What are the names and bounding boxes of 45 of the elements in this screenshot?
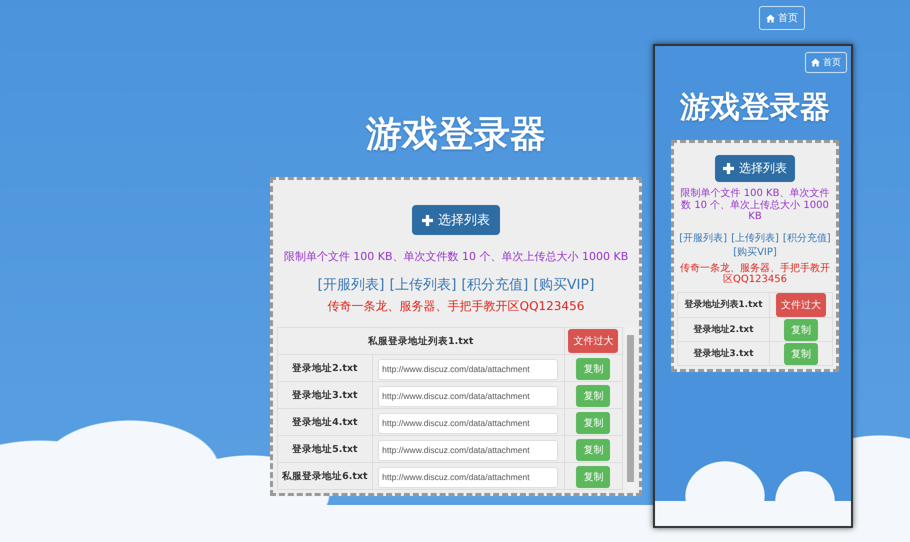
home-icon <box>766 14 775 22</box>
file-name-cell: 登录地址2.txt <box>278 354 372 382</box>
upload-limit-text: 限制单个文件 100 KB、单次文件数 10 个、单次上传总大小 1000 KB <box>680 188 830 222</box>
nav-link[interactable]: [购买VIP] <box>733 244 777 258</box>
url-field[interactable]: http://www.discuz.com/data/attachment <box>378 386 558 407</box>
page-title: 游戏登录器 <box>366 113 546 157</box>
copy-button[interactable]: 复制 <box>576 438 610 461</box>
copy-button[interactable]: 复制 <box>784 342 818 364</box>
select-list-button[interactable]: 选择列表 <box>412 205 500 235</box>
page-title: 游戏登录器 <box>680 89 830 127</box>
file-name-cell: 登录地址5.txt <box>278 436 372 463</box>
file-too-large-button[interactable]: 文件过大 <box>568 329 618 354</box>
file-name-cell: 登录地址3.txt <box>678 341 770 365</box>
plus-icon <box>422 214 433 226</box>
select-list-button[interactable]: 选择列表 <box>715 155 795 182</box>
copy-button[interactable]: 复制 <box>576 358 610 380</box>
file-too-large-button[interactable]: 文件过大 <box>776 292 826 316</box>
plus-icon <box>723 163 734 174</box>
file-name-cell: 登录地址2.txt <box>678 317 770 341</box>
nav-link[interactable]: [购买VIP] <box>533 276 594 294</box>
copy-button[interactable]: 复制 <box>576 466 610 488</box>
nav-link[interactable]: [开服列表] <box>679 230 728 244</box>
nav-link[interactable]: [上传列表] <box>731 230 779 244</box>
copy-button[interactable]: 复制 <box>784 318 818 340</box>
url-field[interactable]: http://www.discuz.com/data/attachment <box>378 412 558 434</box>
url-field[interactable]: http://www.discuz.com/data/attachment <box>378 466 558 488</box>
url-field[interactable]: http://www.discuz.com/data/attachment <box>378 440 558 461</box>
file-name-cell: 登录地址4.txt <box>278 408 372 436</box>
home-icon <box>811 58 820 67</box>
upload-limit-text: 限制单个文件 100 KB、单次文件数 10 个、单次上传总大小 1000 KB <box>284 251 628 264</box>
home-button[interactable]: 首页 <box>759 6 805 30</box>
nav-link[interactable]: [积分充值] <box>461 276 528 294</box>
file-name-cell: 私服登录地址6.txt <box>278 462 372 490</box>
url-field[interactable]: http://www.discuz.com/data/attachment <box>378 358 558 380</box>
file-name-cell: 登录地址列表1.txt <box>678 292 770 317</box>
nav-link[interactable]: [开服列表] <box>318 276 384 294</box>
copy-button[interactable]: 复制 <box>576 412 610 434</box>
notice-text: 传奇一条龙、服务器、手把手教开区QQ123456 <box>328 300 584 314</box>
copy-button[interactable]: 复制 <box>576 384 610 407</box>
nav-link[interactable]: [上传列表] <box>389 276 456 294</box>
file-name-cell: 登录地址3.txt <box>278 382 372 409</box>
home-button[interactable]: 首页 <box>805 52 847 73</box>
nav-link[interactable]: [积分充值] <box>782 230 831 244</box>
notice-text: 传奇一条龙、服务器、手把手教开区QQ123456 <box>679 262 831 286</box>
file-name-cell: 私服登录地址列表1.txt <box>278 328 564 355</box>
